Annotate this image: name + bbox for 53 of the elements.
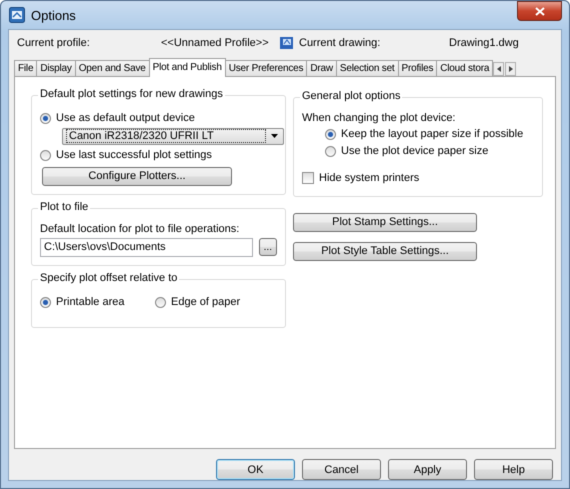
tab[interactable]: Plot and Publish: [148, 58, 226, 77]
tab[interactable]: Selection set: [336, 60, 399, 76]
radio-label: Use last successful plot settings: [56, 149, 212, 162]
checkbox[interactable]: [302, 172, 314, 184]
right-arrow-icon: [508, 64, 514, 73]
tab[interactable]: Profiles: [398, 60, 438, 76]
profile-label: Current profile:: [17, 36, 91, 49]
group-title: Specify plot offset relative to: [38, 272, 180, 284]
radio-button[interactable]: [40, 112, 51, 124]
close-icon: [534, 6, 544, 16]
field-label: Default location for plot to file operations:: [40, 222, 240, 235]
radio-button[interactable]: [155, 296, 166, 308]
radio-label: Use the plot device paper size: [341, 145, 488, 158]
path-field[interactable]: C:\Users\ovs\Documents: [40, 238, 253, 257]
dialog-button[interactable]: Apply: [388, 459, 467, 480]
dialog-button[interactable]: Cancel: [302, 459, 381, 480]
scroll-left-button[interactable]: [493, 62, 504, 76]
tab[interactable]: Open and Save: [74, 60, 150, 76]
window-title: Options: [31, 8, 76, 22]
profile-name: <<Unnamed Profile>>: [160, 36, 270, 49]
option-label: When changing the plot device:: [302, 112, 456, 124]
drawing-label: Current drawing:: [299, 36, 382, 49]
plot-stamp-button[interactable]: Plot Stamp Settings...: [293, 212, 477, 232]
radio-label: Use as default output device: [56, 112, 195, 124]
group-title: General plot options: [300, 90, 402, 102]
dialog-button[interactable]: OK: [216, 459, 295, 480]
radio-button[interactable]: [40, 296, 51, 308]
group-title: Default plot settings for new drawings: [38, 88, 225, 100]
browse-button[interactable]: ...: [258, 238, 277, 256]
radio-button[interactable]: [40, 150, 51, 161]
configure-plotters-button[interactable]: Configure Plotters...: [42, 166, 232, 186]
plot-style-button[interactable]: Plot Style Table Settings...: [293, 242, 477, 261]
caret-icon: [271, 134, 278, 138]
close-button[interactable]: [517, 1, 562, 21]
radio-button[interactable]: [325, 146, 336, 157]
tab[interactable]: File: [14, 60, 38, 76]
group-title: Plot to file: [38, 200, 90, 213]
radio-label: Printable area: [56, 296, 124, 308]
radio-label: Edge of paper: [171, 296, 240, 308]
drawing-icon: [279, 34, 295, 51]
left-arrow-icon: [496, 64, 502, 73]
radio-label: Keep the layout paper size if possible: [341, 128, 524, 140]
dialog-button[interactable]: Help: [474, 459, 553, 480]
app-icon: [9, 7, 25, 23]
device-dropdown[interactable]: Canon iR2318/2320 UFRII LT: [62, 128, 284, 145]
tab[interactable]: Display: [36, 60, 76, 76]
drawing-name: Drawing1.dwg: [448, 36, 520, 49]
radio-button[interactable]: [325, 128, 336, 140]
checkbox-label: Hide system printers: [319, 172, 420, 184]
tab[interactable]: Cloud stora: [436, 60, 494, 76]
scroll-right-button[interactable]: [505, 62, 516, 76]
tab[interactable]: Draw: [306, 60, 337, 76]
tab[interactable]: User Preferences: [224, 60, 308, 76]
